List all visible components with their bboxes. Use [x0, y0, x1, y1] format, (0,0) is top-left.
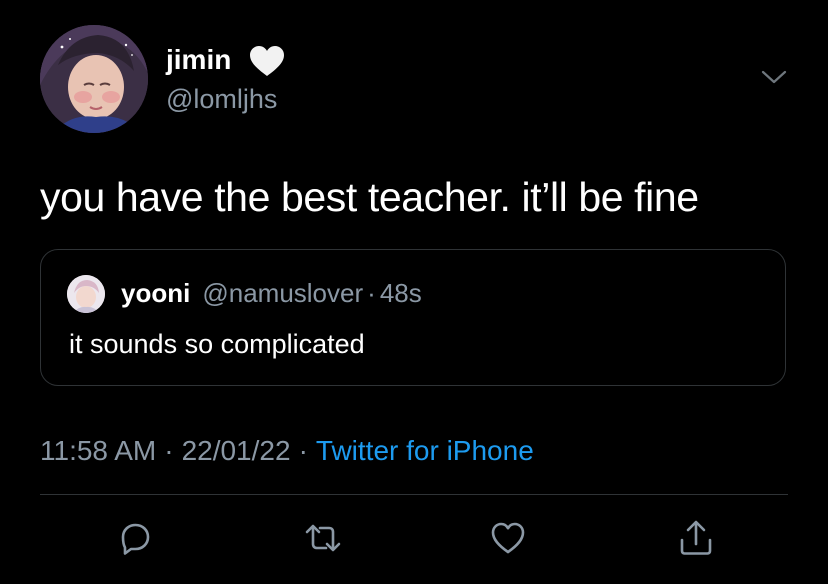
reply-icon — [121, 523, 150, 555]
author-display-name[interactable]: jimin — [166, 44, 231, 76]
quoted-tweet-card[interactable]: yooni @namuslover · 48s it sounds so compli… — [40, 249, 786, 386]
quoted-tweet-text: it sounds so complicated — [69, 329, 365, 359]
author-handle[interactable]: @lomljhs — [166, 83, 277, 115]
divider — [40, 494, 788, 495]
quoted-avatar-photo — [67, 275, 105, 313]
reply-button[interactable] — [115, 518, 155, 558]
avatar-photo — [40, 25, 148, 133]
quoted-timestamp: 48s — [379, 278, 422, 308]
share-icon — [680, 520, 712, 555]
meta-separator: · — [164, 435, 174, 466]
retweet-button[interactable] — [303, 518, 343, 558]
like-icon — [491, 522, 525, 554]
chevron-down-icon[interactable] — [760, 66, 788, 88]
quoted-handle: @namuslover — [202, 278, 364, 308]
quoted-author-avatar — [67, 275, 105, 313]
tweet-date[interactable]: 22/01/22 — [182, 435, 291, 466]
quoted-separator: · — [367, 278, 376, 308]
author-avatar[interactable] — [40, 25, 148, 133]
tweet-text: you have the best teacher. it’ll be fine — [40, 174, 699, 220]
tweet-meta: 11:58 AM · 22/01/22 · Twitter for iPhone — [40, 434, 534, 468]
tweet-source-link[interactable]: Twitter for iPhone — [316, 435, 534, 466]
white-heart-icon — [248, 44, 286, 78]
quoted-tweet-header: yooni @namuslover · 48s — [121, 277, 422, 309]
quoted-display-name: yooni — [121, 278, 191, 308]
share-button[interactable] — [676, 518, 716, 558]
tweet-time[interactable]: 11:58 AM — [40, 435, 156, 466]
meta-separator: · — [298, 435, 308, 466]
like-button[interactable] — [488, 518, 528, 558]
retweet-icon — [305, 524, 341, 552]
